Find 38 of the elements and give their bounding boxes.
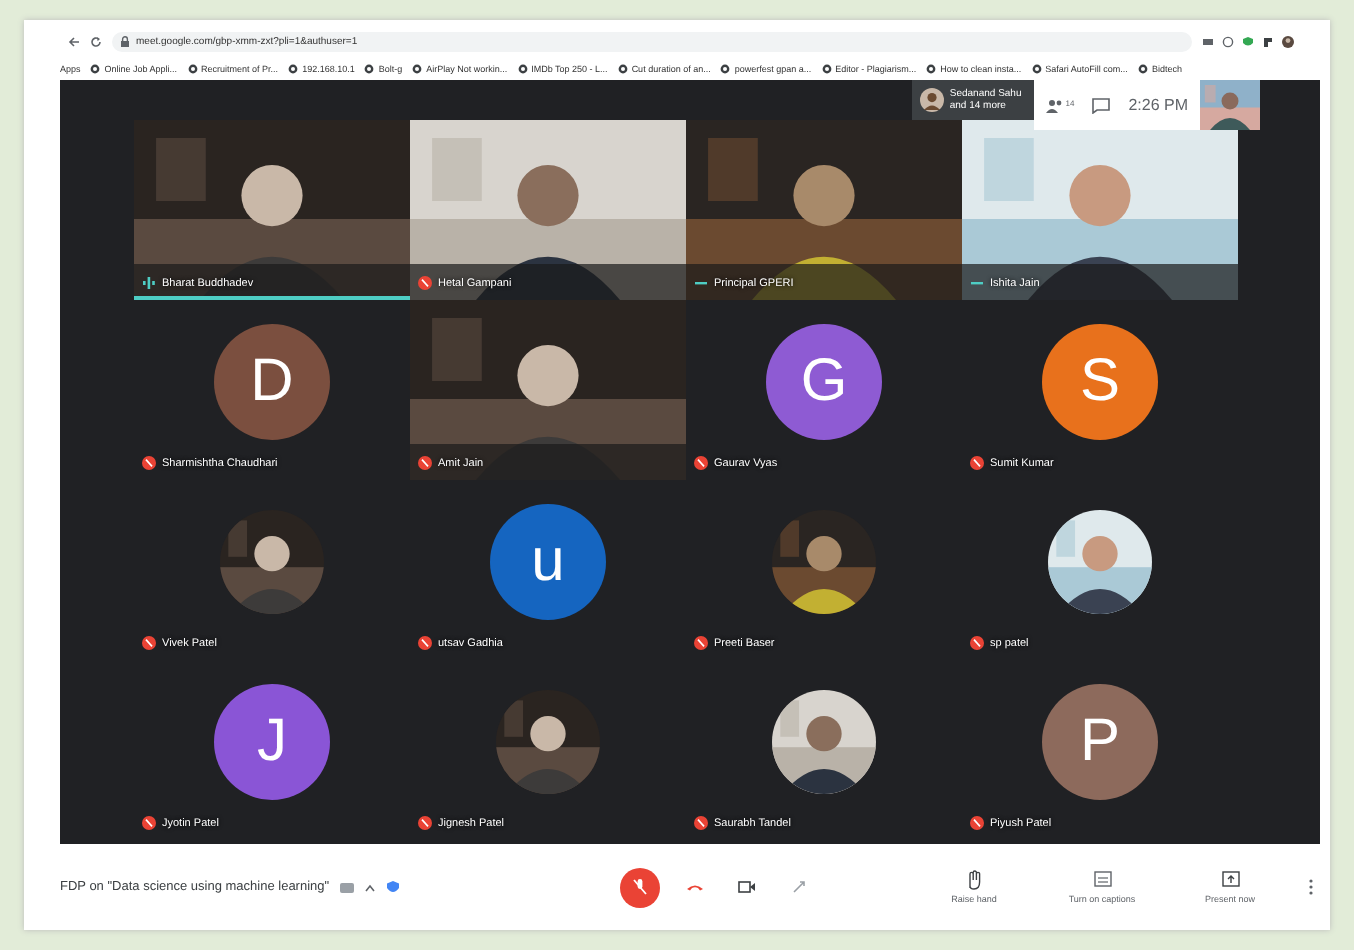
globe-icon [821,63,832,73]
globe-icon [90,63,101,73]
avatar-initial: P [1042,684,1158,800]
avatar-initial: u [490,504,606,620]
avatar-initial: J [214,684,330,800]
hand-icon [965,870,983,890]
lock-icon [120,36,130,48]
avatar-initial: S [1042,324,1158,440]
clock-time: 2:26 PM [1128,96,1188,114]
globe-icon [720,63,731,73]
globe-icon [1137,63,1148,73]
avatar-initial: G [766,324,882,440]
circle-icon[interactable] [1222,36,1234,48]
back-icon[interactable] [68,36,80,48]
mic-icon [632,878,648,896]
globe-icon [364,63,375,73]
mic-button[interactable] [620,867,660,907]
arrow-icon [791,880,805,894]
present-icon [1221,870,1239,890]
globe-icon [288,63,299,73]
shield-icon[interactable] [1242,36,1254,48]
menu-icon [1308,878,1314,896]
captions-icon [1093,870,1111,890]
globe-icon [617,63,628,73]
globe-icon [1031,63,1042,73]
more-options-button[interactable] [1308,878,1314,896]
chevron-up-icon[interactable] [363,883,376,891]
phone-icon [685,882,703,892]
globe-icon [517,63,528,73]
reload-icon[interactable] [90,36,102,48]
globe-icon [926,63,937,73]
people-icon[interactable] [1045,97,1064,113]
shield-icon[interactable] [385,879,400,895]
profile-icon[interactable] [1282,36,1294,48]
globe-icon [412,63,423,73]
globe-icon [187,63,198,73]
avatar-initial: D [214,324,330,440]
avatar-icon [919,88,944,112]
